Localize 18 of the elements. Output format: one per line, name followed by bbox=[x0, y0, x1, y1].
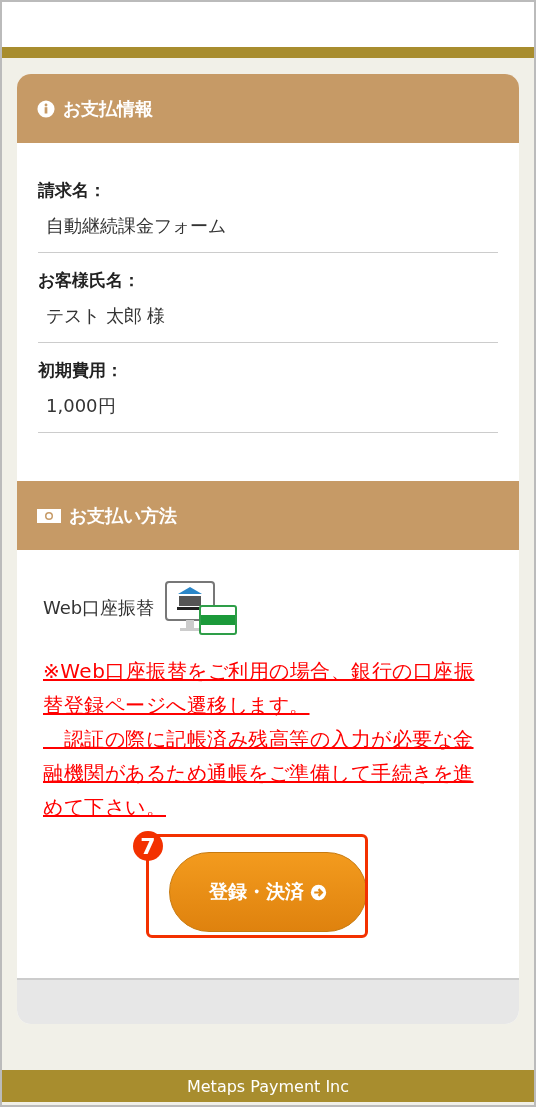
field-value: 1,000円 bbox=[45, 394, 117, 418]
notice-text: 認証の際に記帳済み残高等の入力が必要な金融機関があるため通帳をご準備して手続きを進めて下さい。 bbox=[43, 726, 475, 821]
banknote-icon bbox=[37, 507, 61, 524]
section-title: お支払情報 bbox=[63, 96, 153, 121]
arrow-right-icon bbox=[310, 883, 327, 901]
footer-text: Metaps Payment Inc bbox=[2, 1070, 534, 1102]
method-name: Web口座振替 bbox=[43, 596, 155, 620]
field-label: 初期費用： bbox=[38, 359, 124, 382]
field-label: お客様氏名： bbox=[38, 269, 141, 292]
field-label: 請求名： bbox=[38, 179, 107, 202]
register-pay-button[interactable]: 登録・決済 bbox=[169, 852, 367, 932]
info-icon bbox=[37, 99, 55, 118]
step-badge: 7 bbox=[133, 831, 163, 861]
field-value: テスト 太郎 様 bbox=[45, 304, 167, 328]
section-title: お支払い方法 bbox=[69, 503, 177, 528]
field-value: 自動継続課金フォーム bbox=[45, 214, 227, 238]
bank-transfer-icon bbox=[164, 580, 239, 636]
notice-text: ※Web口座振替をご利用の場合、銀行の口座振替登録ページへ遷移します。 bbox=[43, 658, 476, 719]
